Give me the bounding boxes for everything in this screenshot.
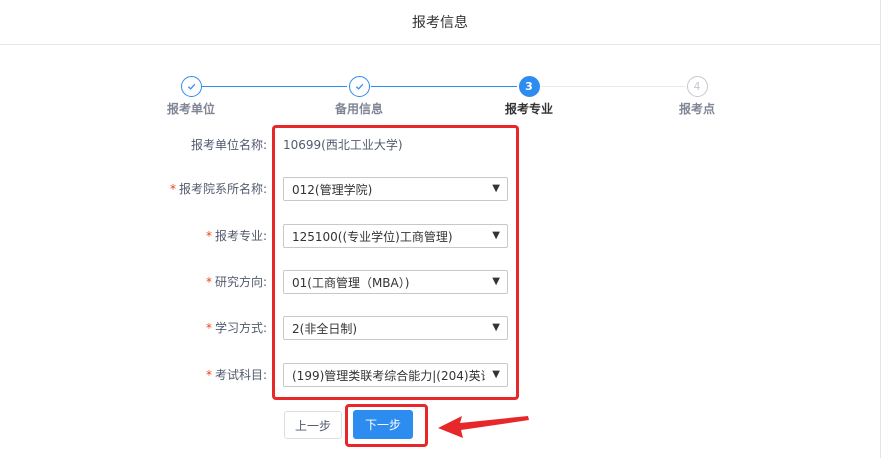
required-mark: * xyxy=(169,182,176,196)
major-label: 报考专业: xyxy=(214,229,267,243)
step-2-label: 备用信息 xyxy=(334,102,383,116)
card-header: 报考信息 xyxy=(0,0,880,45)
study-mode-label: 学习方式: xyxy=(214,321,267,335)
required-mark: * xyxy=(205,275,212,289)
step-1-circle xyxy=(180,76,202,97)
step-4[interactable]: 4 报考点 xyxy=(652,76,742,117)
step-1[interactable]: 报考单位 xyxy=(146,76,236,117)
prev-step-button[interactable]: 上一步 xyxy=(284,411,342,439)
unit-label: 报考单位名称: xyxy=(190,138,267,152)
direction-label: 研究方向: xyxy=(214,275,267,289)
study-mode-label-wrap: * 学习方式: xyxy=(206,314,267,342)
subjects-label-wrap: * 考试科目: xyxy=(206,361,267,389)
registration-card: 报考信息 报考单位 备用信息 3 报考专业 4 报考点 报考单位名称: 1069… xyxy=(0,0,881,458)
check-icon xyxy=(355,83,363,90)
page-title: 报考信息 xyxy=(412,15,468,31)
direction-label-wrap: * 研究方向: xyxy=(206,268,267,296)
step-2-circle xyxy=(348,76,370,97)
annotation-box-fields xyxy=(272,125,519,400)
step-1-label: 报考单位 xyxy=(166,102,215,116)
required-mark: * xyxy=(205,321,212,335)
required-mark: * xyxy=(205,368,212,382)
major-label-wrap: * 报考专业: xyxy=(206,222,267,250)
department-label: 报考院系所名称: xyxy=(178,182,267,196)
subjects-label: 考试科目: xyxy=(214,368,267,382)
department-label-wrap: * 报考院系所名称: xyxy=(170,175,267,203)
check-icon xyxy=(187,83,195,90)
step-3-label: 报考专业 xyxy=(504,102,553,116)
next-step-button[interactable]: 下一步 xyxy=(353,410,413,439)
step-2[interactable]: 备用信息 xyxy=(314,76,404,117)
red-arrow-pointer xyxy=(438,416,529,438)
step-3-circle: 3 xyxy=(518,76,540,97)
step-3[interactable]: 3 报考专业 xyxy=(484,76,574,117)
step-4-circle: 4 xyxy=(686,76,708,97)
step-4-label: 报考点 xyxy=(678,102,715,116)
required-mark: * xyxy=(205,229,212,243)
